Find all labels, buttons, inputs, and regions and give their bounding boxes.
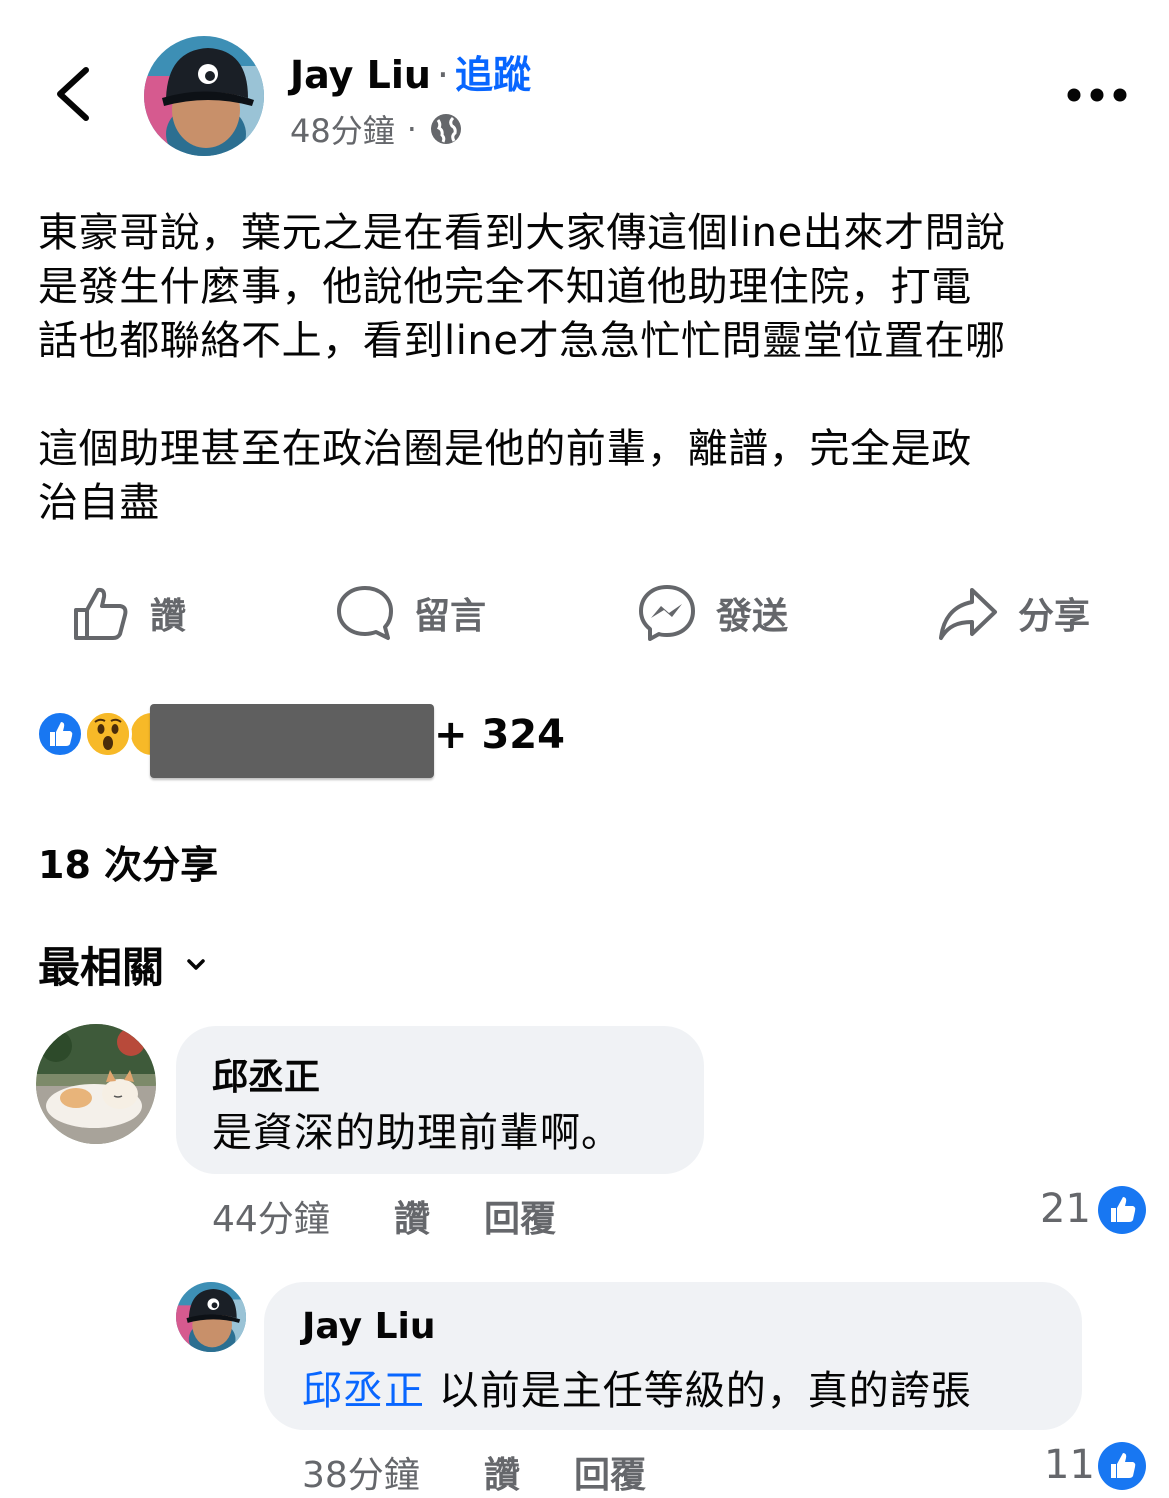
globe-icon xyxy=(430,114,461,144)
reply-like-count[interactable]: 11 xyxy=(1044,1442,1095,1488)
mention-link[interactable]: 邱丞正 xyxy=(302,1368,425,1414)
reply-body: 以前是主任等級的，真的誇張 xyxy=(425,1368,972,1414)
like-button[interactable]: 讚 xyxy=(72,584,186,642)
more-options-button[interactable] xyxy=(1066,84,1128,106)
redaction-box xyxy=(150,704,434,778)
comment-like-count[interactable]: 21 xyxy=(1040,1186,1091,1232)
thumbs-up-icon xyxy=(74,587,128,640)
separator-dot: · xyxy=(436,53,449,97)
chevron-down-icon xyxy=(187,958,205,970)
post-text-line: 治自盡 xyxy=(38,480,160,526)
post-author-line: Jay Liu · 追蹤 xyxy=(290,44,531,99)
post-text-line: 是發生什麼事，他說他完全不知道他助理住院，打電 xyxy=(38,264,972,310)
send-label: 發送 xyxy=(716,596,789,637)
author-name[interactable]: Jay Liu xyxy=(290,53,431,97)
comment-text: 是資深的助理前輩啊。 xyxy=(212,1110,622,1156)
share-arrow-icon xyxy=(939,588,997,640)
like-badge-icon xyxy=(1098,1186,1146,1234)
post-text-line: 這個助理甚至在政治圈是他的前輩，離譜，完全是政 xyxy=(38,426,972,472)
reply-author-avatar[interactable] xyxy=(176,1282,246,1352)
back-button[interactable] xyxy=(50,66,96,122)
reply-reply-button[interactable]: 回覆 xyxy=(574,1446,646,1498)
share-count[interactable]: 18 次分享 xyxy=(38,834,218,889)
share-button[interactable]: 分享 xyxy=(938,584,1090,642)
share-label: 分享 xyxy=(1018,596,1091,637)
meta-separator: · xyxy=(406,110,417,148)
reply-like-button[interactable]: 讚 xyxy=(484,1446,520,1498)
comment-sort-dropdown[interactable]: 最相關 xyxy=(38,934,206,995)
reply-author[interactable]: Jay Liu xyxy=(302,1306,436,1347)
comment-author[interactable]: 邱丞正 xyxy=(212,1048,320,1100)
follow-button[interactable]: 追蹤 xyxy=(455,53,531,97)
messenger-icon xyxy=(639,585,695,641)
post-meta: 48分鐘 · xyxy=(290,106,463,152)
post-body: 東豪哥說，葉元之是在看到大家傳這個line出來才問說 是發生什麼事，他說他完全不… xyxy=(38,206,1138,530)
reply-time[interactable]: 38分鐘 xyxy=(302,1446,420,1498)
like-reaction-icon xyxy=(36,710,84,758)
author-avatar[interactable] xyxy=(144,36,264,156)
comment-time[interactable]: 44分鐘 xyxy=(212,1190,330,1242)
comment-reply-button[interactable]: 回覆 xyxy=(484,1190,556,1242)
like-badge-icon xyxy=(1098,1442,1146,1490)
commenter-avatar[interactable] xyxy=(36,1024,156,1144)
more-dots-icon xyxy=(1067,88,1127,102)
reply-text: 邱丞正 以前是主任等級的，真的誇張 xyxy=(302,1358,972,1416)
wow-reaction-icon xyxy=(84,710,132,758)
post-text-line: 東豪哥說，葉元之是在看到大家傳這個line出來才問說 xyxy=(38,210,1006,256)
sort-label: 最相關 xyxy=(38,943,165,992)
reaction-count[interactable]: + 324 xyxy=(434,712,565,758)
like-label: 讚 xyxy=(150,596,187,637)
comment-bubble-icon xyxy=(337,586,393,640)
chevron-left-icon xyxy=(57,67,89,121)
post-time[interactable]: 48分鐘 xyxy=(290,106,395,152)
post-text-line: 話也都聯絡不上，看到line才急急忙忙問靈堂位置在哪 xyxy=(38,318,1006,364)
send-button[interactable]: 發送 xyxy=(638,584,788,642)
comment-like-button[interactable]: 讚 xyxy=(394,1190,430,1242)
comment-label: 留言 xyxy=(414,596,487,637)
comment-button[interactable]: 留言 xyxy=(336,584,486,642)
